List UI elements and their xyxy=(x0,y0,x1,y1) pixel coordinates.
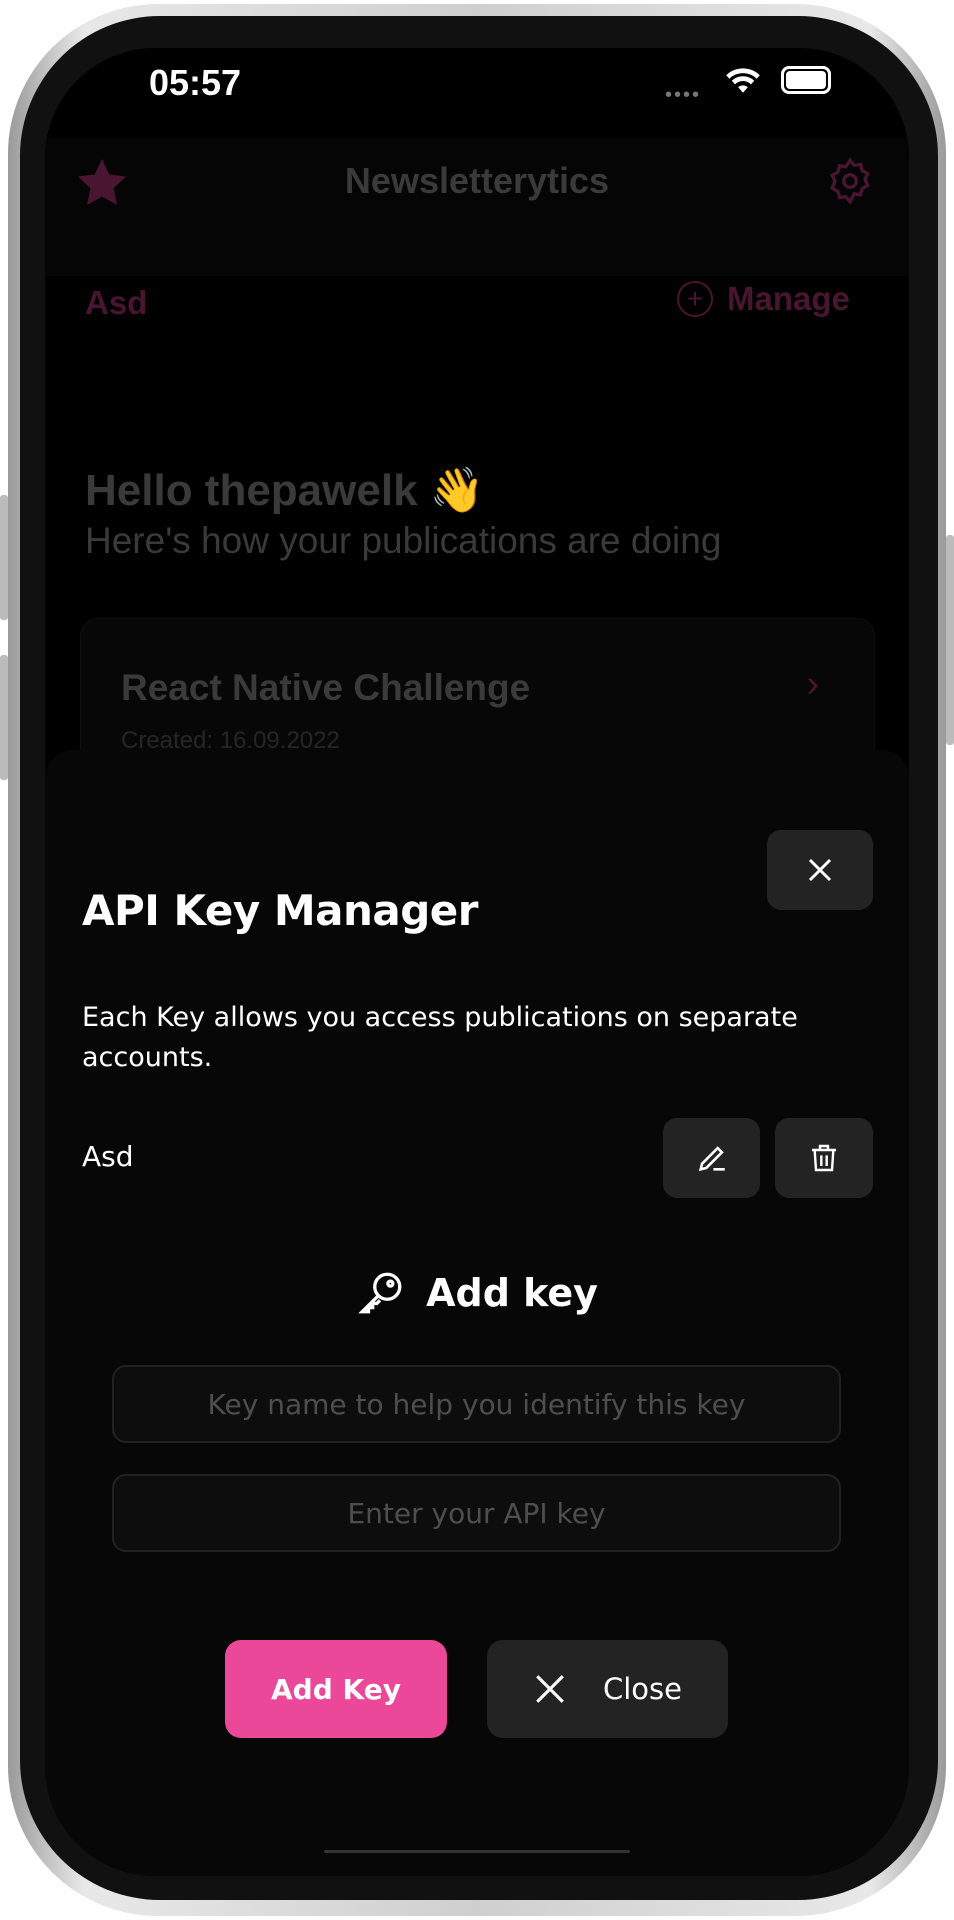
add-key-label: Add Key xyxy=(271,1672,401,1706)
pencil-icon xyxy=(698,1146,725,1172)
gear-icon[interactable] xyxy=(825,156,875,206)
api-key-manager-sheet: API Key Manager Each Key allows you acce… xyxy=(45,750,909,1876)
signal-icon: •••• xyxy=(665,84,702,106)
status-time: 05:57 xyxy=(149,62,242,103)
add-key-title: Add key xyxy=(426,1271,598,1315)
edit-key-button[interactable] xyxy=(663,1118,760,1198)
key-name-input[interactable]: Key name to help you identify this key xyxy=(112,1365,841,1443)
volume-down-button xyxy=(0,655,8,780)
plus-circle-icon: + xyxy=(677,281,713,317)
power-button xyxy=(946,535,954,745)
key-name-placeholder: Key name to help you identify this key xyxy=(207,1387,746,1421)
modal-title: API Key Manager xyxy=(82,886,478,935)
publication-title: React Native Challenge xyxy=(121,667,531,708)
account-selector[interactable]: Asd xyxy=(85,284,147,322)
app-title: Newsletterytics xyxy=(344,160,610,201)
close-icon xyxy=(808,858,832,882)
greeting-subtitle: Here's how your publications are doing xyxy=(85,520,722,561)
dynamic-island xyxy=(337,50,613,140)
screen: 05:57 •••• Newsletterytics Asd + Manage … xyxy=(45,48,909,1876)
api-key-input[interactable]: Enter your API key xyxy=(112,1474,841,1552)
add-key-heading: Add key xyxy=(45,1268,909,1318)
greeting-title: Hello thepawelk 👋 xyxy=(85,466,485,515)
delete-key-button[interactable] xyxy=(775,1118,873,1198)
manage-label: Manage xyxy=(727,280,850,317)
wifi-icon xyxy=(726,68,760,93)
chevron-right-icon: › xyxy=(806,663,819,705)
api-key-placeholder: Enter your API key xyxy=(347,1496,606,1530)
close-button[interactable]: Close xyxy=(487,1640,728,1738)
battery-icon xyxy=(781,66,831,94)
manage-button[interactable]: + Manage xyxy=(677,280,850,318)
close-icon xyxy=(536,1675,564,1703)
home-indicator xyxy=(324,1850,630,1853)
volume-up-button xyxy=(0,495,8,620)
close-icon-button[interactable] xyxy=(767,830,873,910)
app-header xyxy=(45,138,909,276)
modal-description: Each Key allows you access publications … xyxy=(82,1002,798,1073)
trash-icon xyxy=(812,1144,836,1172)
close-label: Close xyxy=(603,1672,682,1706)
add-key-button[interactable]: Add Key xyxy=(225,1640,447,1738)
key-icon xyxy=(358,1272,402,1314)
key-name: Asd xyxy=(82,1140,134,1173)
